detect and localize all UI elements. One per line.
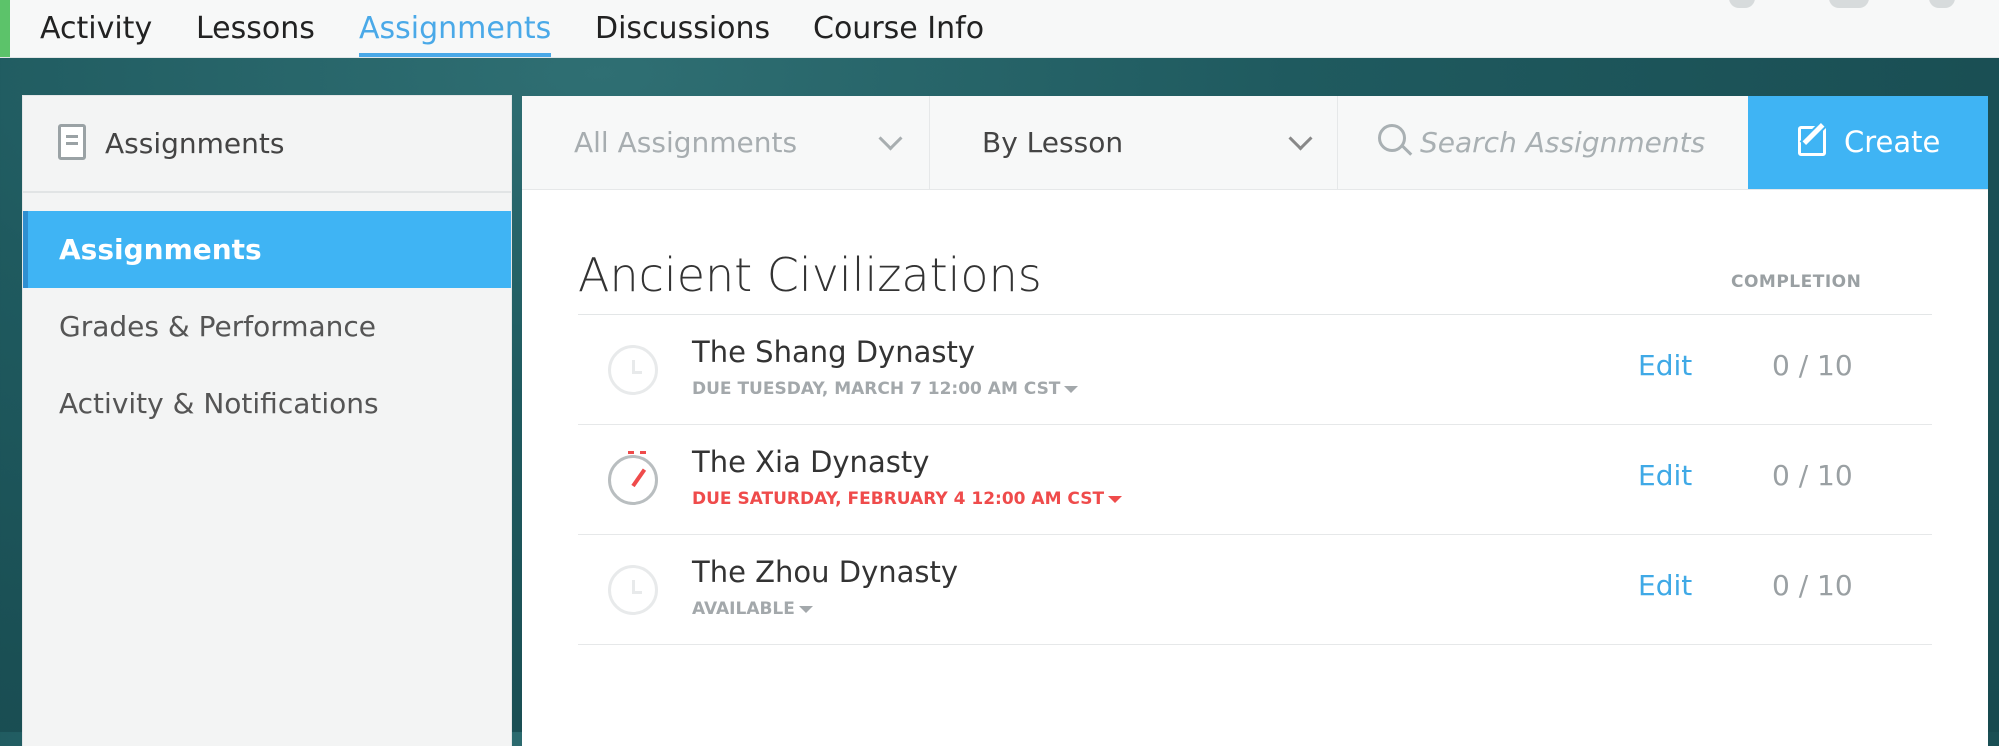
edit-link[interactable]: Edit [1638,349,1692,382]
top-right-icons [1699,0,1979,10]
chevron-down-icon [1288,126,1313,151]
search-icon [1378,124,1406,152]
nav-tab-lessons[interactable]: Lessons [196,0,315,57]
group-by-dropdown[interactable]: By Lesson [930,96,1338,189]
edit-link[interactable]: Edit [1638,459,1692,492]
assignment-due-status[interactable]: AVAILABLE [692,599,813,619]
edit-pencil-icon [1798,126,1826,156]
completion-column-header: COMPLETION [1731,272,1862,292]
search-assignments-input[interactable]: Search Assignments [1338,96,1748,189]
completion-score: 0 / 10 [1772,459,1853,492]
assignment-due-status[interactable]: DUE SATURDAY, FEBRUARY 4 12:00 AM CST [692,489,1123,509]
document-icon [58,124,86,160]
assignments-toolbar: All Assignments By Lesson Search Assignm… [522,96,1988,190]
due-status-text: DUE SATURDAY, FEBRUARY 4 12:00 AM CST [692,489,1105,509]
create-button-label: Create [1844,125,1941,159]
assignment-title[interactable]: The Xia Dynasty [692,445,929,479]
filter-dropdown-value: All Assignments [574,126,798,159]
sidebar-header: Assignments [23,96,511,193]
assignment-title[interactable]: The Shang Dynasty [692,335,975,369]
active-tab-underline [359,53,552,57]
brand-accent-bar [0,0,10,57]
completion-score: 0 / 10 [1772,569,1853,602]
completion-score: 0 / 10 [1772,349,1853,382]
messages-icon[interactable] [1829,0,1869,8]
due-status-text: DUE TUESDAY, MARCH 7 12:00 AM CST [692,379,1061,399]
sidebar-item-activity-notifications[interactable]: Activity & Notifications [23,365,511,442]
main-panel: All Assignments By Lesson Search Assignm… [522,96,1988,746]
caret-down-icon [1108,495,1123,503]
caret-down-icon [798,605,813,613]
assignment-row[interactable]: The Shang Dynasty DUE TUESDAY, MARCH 7 1… [578,315,1932,425]
assignment-title[interactable]: The Zhou Dynasty [692,555,958,589]
nav-tab-activity[interactable]: Activity [40,0,152,57]
section-title: Ancient Civilizations [578,248,1042,302]
clock-icon [608,565,658,615]
create-button[interactable]: Create [1748,96,1988,189]
sidebar-item-grades-performance[interactable]: Grades & Performance [23,288,511,365]
stopwatch-icon [608,451,658,505]
nav-tab-label: Assignments [359,11,552,46]
due-status-text: AVAILABLE [692,599,795,619]
edit-link[interactable]: Edit [1638,569,1692,602]
search-icon[interactable] [1729,0,1755,8]
caret-down-icon [1064,385,1079,393]
nav-tab-label: Discussions [595,11,771,46]
assignment-due-status[interactable]: DUE TUESDAY, MARCH 7 12:00 AM CST [692,379,1079,399]
nav-tab-label: Lessons [196,11,315,46]
sidebar: Assignments Assignments Grades & Perform… [23,96,511,746]
nav-tab-discussions[interactable]: Discussions [595,0,770,57]
sidebar-item-assignments[interactable]: Assignments [23,211,511,288]
filter-dropdown[interactable]: All Assignments [522,96,930,189]
assignment-row[interactable]: The Xia Dynasty DUE SATURDAY, FEBRUARY 4… [578,425,1932,535]
group-by-dropdown-value: By Lesson [982,126,1124,159]
search-placeholder: Search Assignments [1420,126,1706,159]
nav-tab-label: Course Info [813,11,985,46]
nav-tab-course-info[interactable]: Course Info [813,0,984,57]
nav-tab-label: Activity [40,11,153,46]
sidebar-title: Assignments [105,127,285,160]
notifications-bell-icon[interactable] [1929,0,1955,8]
assignment-row[interactable]: The Zhou Dynasty AVAILABLE Edit 0 / 10 [578,535,1932,645]
clock-icon [608,345,658,395]
chevron-down-icon [878,126,903,151]
top-navigation: Activity Lessons Assignments Discussions… [0,0,1999,58]
nav-tab-assignments[interactable]: Assignments [359,0,552,57]
